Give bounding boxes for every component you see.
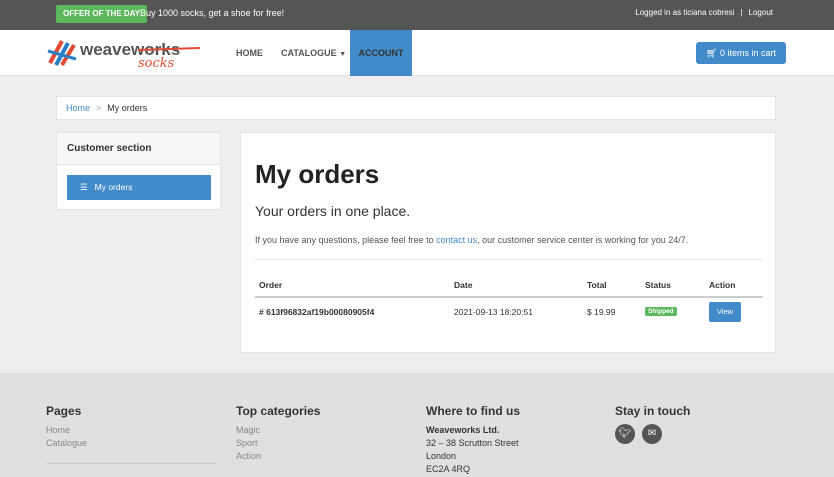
caret-down-icon: ▼ bbox=[339, 51, 347, 58]
footer-pages-title: Pages bbox=[46, 404, 82, 418]
header-status: Status bbox=[645, 280, 671, 290]
weaveworks-logo[interactable]: weaveworks socks bbox=[46, 37, 206, 71]
info-prefix: If you have any questions, please feel f… bbox=[255, 235, 437, 245]
page-lead: Your orders in one place. bbox=[255, 203, 411, 219]
footer-find-us: Where to find us Weaveworks Ltd. 32 – 38… bbox=[426, 404, 520, 476]
page-info: If you have any questions, please feel f… bbox=[255, 235, 688, 245]
email-icon[interactable]: ✉ bbox=[642, 424, 662, 444]
order-id: # 613f96832af19b00080905f4 bbox=[259, 307, 375, 317]
footer-address-line: London bbox=[426, 451, 457, 461]
sidebar-item-label: My orders bbox=[94, 182, 133, 192]
navbar: weaveworks socks HOME CATALOGUE ▼ ACCOUN… bbox=[0, 30, 834, 76]
cart-label: 0 items in cart bbox=[719, 48, 776, 58]
sidebar-item-my-orders[interactable]: ☰ My orders bbox=[67, 175, 211, 200]
footer-link-home[interactable]: Home bbox=[46, 424, 87, 437]
footer-address-line: 32 – 38 Scrutton Street bbox=[426, 438, 519, 448]
divider bbox=[255, 259, 763, 260]
nav-catalogue-label: CATALOGUE bbox=[281, 48, 337, 58]
table-header-line bbox=[255, 296, 763, 298]
login-info: Logged in as ticiana cobresi | Logout bbox=[632, 8, 776, 17]
footer-link-magic[interactable]: Magic bbox=[236, 424, 320, 437]
contact-us-link[interactable]: contact us bbox=[436, 235, 477, 245]
nav-home[interactable]: HOME bbox=[236, 48, 263, 58]
logo-sub-text: socks bbox=[138, 56, 175, 69]
list-icon: ☰ bbox=[80, 182, 88, 192]
main-panel: My orders Your orders in one place. If y… bbox=[240, 132, 776, 353]
breadcrumb-separator: > bbox=[96, 103, 102, 113]
offer-badge[interactable]: OFFER OF THE DAY bbox=[56, 5, 148, 23]
top-bar: OFFER OF THE DAY Buy 1000 socks, get a s… bbox=[0, 0, 834, 30]
header-date: Date bbox=[454, 280, 473, 290]
footer-stay-in-touch: Stay in touch 🐦︎ ✉ bbox=[615, 404, 690, 444]
status-badge: Shipped bbox=[645, 307, 677, 316]
header-action: Action bbox=[709, 280, 736, 290]
footer-link-action[interactable]: Action bbox=[236, 450, 320, 463]
page-title: My orders bbox=[255, 159, 380, 189]
cart-button[interactable]: 🛒︎ 0 items in cart bbox=[696, 42, 786, 64]
logo-mark-icon bbox=[47, 40, 77, 67]
footer-pages: Pages Home Catalogue bbox=[46, 404, 87, 450]
order-date: 2021-09-13 18:20:51 bbox=[454, 307, 533, 317]
footer-divider bbox=[46, 463, 216, 464]
footer-company: Weaveworks Ltd. bbox=[426, 425, 500, 435]
footer-categories-title: Top categories bbox=[236, 404, 321, 418]
footer-link-sport[interactable]: Sport bbox=[236, 437, 320, 450]
offer-text: Buy 1000 socks, get a shoe for free! bbox=[140, 8, 285, 18]
header-total: Total bbox=[587, 280, 607, 290]
sidebar-title: Customer section bbox=[57, 133, 220, 165]
info-suffix: , our customer service center is working… bbox=[477, 235, 689, 245]
topbar-separator: | bbox=[740, 8, 743, 17]
breadcrumb-home[interactable]: Home bbox=[66, 103, 90, 113]
breadcrumb-current: My orders bbox=[107, 103, 148, 113]
footer: Pages Home Catalogue Top categories Magi… bbox=[0, 373, 834, 477]
footer-address-line: EC2A 4RQ bbox=[426, 464, 471, 474]
customer-sidebar: Customer section ☰ My orders bbox=[56, 132, 221, 210]
footer-stay-title: Stay in touch bbox=[615, 404, 691, 418]
breadcrumb: Home > My orders bbox=[56, 96, 776, 120]
cart-icon: 🛒︎ bbox=[706, 48, 718, 58]
order-total: $ 19.99 bbox=[587, 307, 616, 317]
nav-account[interactable]: ACCOUNT bbox=[350, 30, 412, 76]
footer-categories: Top categories Magic Sport Action bbox=[236, 404, 320, 463]
view-button[interactable]: View bbox=[709, 302, 741, 322]
logout-link[interactable]: Logout bbox=[749, 8, 773, 17]
footer-find-us-title: Where to find us bbox=[426, 404, 520, 418]
twitter-icon[interactable]: 🐦︎ bbox=[615, 424, 635, 444]
logged-in-text: Logged in as ticiana cobresi bbox=[635, 8, 735, 17]
footer-link-catalogue[interactable]: Catalogue bbox=[46, 437, 87, 450]
header-order: Order bbox=[259, 280, 283, 290]
nav-catalogue[interactable]: CATALOGUE ▼ bbox=[281, 48, 346, 58]
